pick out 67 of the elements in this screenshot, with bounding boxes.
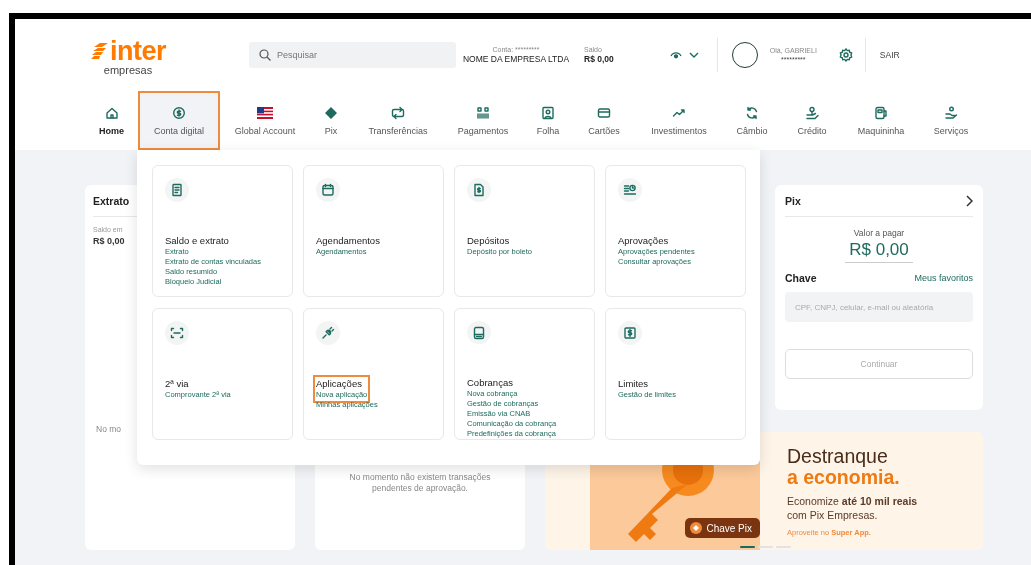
favorites-link[interactable]: Meus favoritos [914, 273, 973, 283]
transfer-icon [391, 105, 405, 120]
dollar-document-icon [472, 183, 486, 197]
chevron-down-icon[interactable] [688, 52, 699, 58]
pix-icon [690, 522, 703, 534]
nav-tab[interactable]: Investimentos [634, 91, 724, 150]
scan-icon [170, 326, 184, 340]
file-icon [472, 325, 486, 340]
nav-tab[interactable]: Home [85, 91, 138, 150]
exchange-icon [745, 105, 759, 120]
amount-value: R$ 0,00 [845, 240, 913, 263]
logo-subtitle: empresas [103, 64, 153, 76]
chevron-right-icon[interactable] [965, 195, 973, 207]
menu-card-title: Limites [618, 378, 650, 390]
person-card-icon [541, 105, 555, 120]
menu-card-title: Aplicações [316, 378, 363, 390]
eye-icon[interactable] [669, 51, 682, 59]
plug-icon [321, 326, 335, 340]
barcode-icon [476, 105, 490, 120]
home-icon [104, 105, 119, 120]
banner-headline: Destranque [787, 446, 889, 467]
menu-card-title: Saldo e extrato [165, 235, 229, 247]
search-icon [259, 49, 271, 61]
balance-value: R$ 0,00 [93, 236, 125, 246]
nav-tab[interactable]: Maquininha [844, 91, 918, 150]
logo-text: inter [110, 38, 166, 64]
pix-key-badge: Chave Pix [685, 518, 760, 538]
amount-label: Valor a pagar [853, 228, 905, 238]
nav-tab[interactable]: Pagamentos [444, 91, 522, 150]
coin-icon [172, 105, 186, 120]
nav-tab[interactable]: Folha [522, 91, 574, 150]
nav-tab[interactable]: Serviços [918, 91, 984, 150]
card-title: Pix [785, 195, 801, 207]
receipt-icon [170, 183, 184, 197]
nav-tab[interactable]: Câmbio [724, 91, 780, 150]
banner-text: Economize até 10 mil reais com Pix Empresas. [787, 494, 919, 522]
nav-tab[interactable]: Pix [310, 91, 352, 150]
settings-icon[interactable] [838, 48, 853, 62]
menu-card-title: Agendamentos [316, 235, 380, 247]
logo-stripes-icon [90, 43, 108, 59]
nav-tab[interactable]: Global Account [220, 91, 310, 150]
dollar-box-icon [623, 326, 637, 340]
menu-card-title: Aprovações [618, 235, 670, 247]
empty-message: No momento não existem transações pendentes de aprovação. [348, 472, 492, 494]
banner-highlight: a economia. [787, 467, 901, 488]
menu-card-title: Depósitos [467, 235, 511, 247]
diamond-icon [324, 105, 338, 120]
card-title: Extrato [93, 195, 130, 207]
flag-icon [257, 106, 273, 119]
card-reader-icon [874, 105, 888, 120]
menu-card-title: 2ª via [165, 378, 190, 390]
nav-tab[interactable]: Cartões [574, 91, 634, 150]
logout-button[interactable]: SAIR [879, 50, 900, 60]
hand-icon [944, 105, 958, 120]
card-icon [597, 105, 611, 120]
nav-tab[interactable]: Crédito [780, 91, 844, 150]
search-field[interactable]: Pesquisar [249, 42, 456, 68]
key-label: Chave [785, 272, 817, 284]
company-name: NOME DA EMPRESA LTDA [462, 54, 570, 65]
nav-tab[interactable]: Conta digital [138, 91, 220, 150]
calendar-icon [321, 183, 335, 197]
empty-message: No mo [96, 424, 122, 435]
nav-tab[interactable]: Transferências [352, 91, 444, 150]
hand-coin-icon [805, 105, 819, 120]
menu-card-title: Cobranças [467, 377, 514, 389]
list-clock-icon [623, 183, 637, 197]
balance-value: R$ 0,00 [584, 54, 614, 65]
